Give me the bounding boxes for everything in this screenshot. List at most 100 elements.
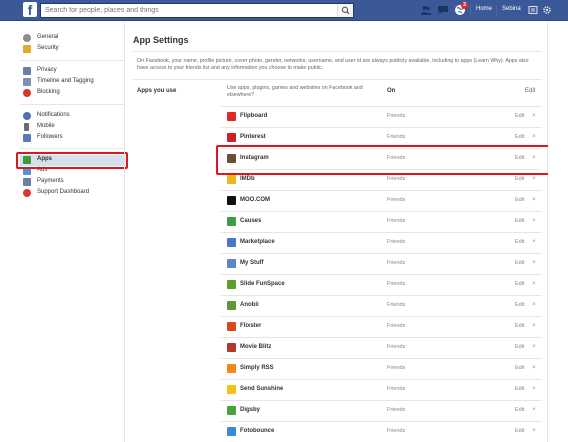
search-box <box>40 3 354 18</box>
fotobounce-icon <box>227 427 236 436</box>
remove-app-icon[interactable]: × <box>532 196 536 203</box>
remove-app-icon[interactable]: × <box>532 112 536 119</box>
sidebar-item-label: Payments <box>37 178 64 184</box>
app-edit-link[interactable]: Edit <box>515 323 524 329</box>
app-row: Fotobounce Friends Edit × <box>221 421 541 442</box>
mystuff-icon <box>227 259 236 268</box>
app-name[interactable]: Anobii <box>240 302 259 308</box>
remove-app-icon[interactable]: × <box>532 280 536 287</box>
right-gutter <box>548 21 568 442</box>
app-name[interactable]: Simply RSS <box>240 365 274 371</box>
causes-icon <box>227 217 236 226</box>
app-edit-link[interactable]: Edit <box>515 344 524 350</box>
app-visibility: Friends <box>387 281 406 287</box>
app-edit-link[interactable]: Edit <box>515 239 524 245</box>
remove-app-icon[interactable]: × <box>532 301 536 308</box>
anobii-icon <box>227 301 236 310</box>
app-visibility: Friends <box>387 239 406 245</box>
app-edit-link[interactable]: Edit <box>515 386 524 392</box>
app-visibility: Friends <box>387 428 406 434</box>
app-edit-link[interactable]: Edit <box>515 302 524 308</box>
sidebar-item-payments[interactable]: Payments <box>23 177 124 188</box>
sidebar-item-label: Security <box>37 45 59 51</box>
app-visibility: Friends <box>387 344 406 350</box>
app-name[interactable]: Movie Blitz <box>240 344 271 350</box>
app-row: Digsby Friends Edit × <box>221 400 541 421</box>
app-edit-link[interactable]: Edit <box>515 407 524 413</box>
search-button[interactable] <box>337 4 353 17</box>
app-visibility: Friends <box>387 365 406 371</box>
app-visibility: Friends <box>387 260 406 266</box>
sidebar-divider <box>20 60 124 61</box>
mobile-icon <box>24 123 29 131</box>
app-edit-link[interactable]: Edit <box>515 260 524 266</box>
app-name[interactable]: Pinterest <box>240 134 266 140</box>
marketplace-icon <box>227 238 236 247</box>
app-edit-link[interactable]: Edit <box>515 113 524 119</box>
app-name[interactable]: IMDb <box>240 176 255 182</box>
search-input[interactable] <box>41 4 331 17</box>
app-row: My Stuff Friends Edit × <box>221 253 541 274</box>
remove-app-icon[interactable]: × <box>532 364 536 371</box>
app-name[interactable]: MOO.COM <box>240 197 270 203</box>
app-edit-link[interactable]: Edit <box>515 176 524 182</box>
app-name[interactable]: Flixster <box>240 323 261 329</box>
remove-app-icon[interactable]: × <box>532 259 536 266</box>
apps-header-description: Use apps, plugins, games and websites on… <box>227 85 363 98</box>
facebook-logo[interactable]: f <box>23 2 37 18</box>
pinterest-icon <box>227 133 236 142</box>
sidebar-item-support-dashboard[interactable]: Support Dashboard <box>23 188 124 199</box>
digsby-icon <box>227 406 236 415</box>
app-edit-link[interactable]: Edit <box>515 428 524 434</box>
messages-icon[interactable] <box>437 4 449 16</box>
remove-app-icon[interactable]: × <box>532 133 536 140</box>
sidebar-item-label: Blocking <box>37 89 60 95</box>
remove-app-icon[interactable]: × <box>532 175 536 182</box>
intro-text: On Facebook, your name, profile picture,… <box>137 58 529 71</box>
remove-app-icon[interactable]: × <box>532 217 536 224</box>
followers-icon <box>23 134 31 142</box>
app-edit-link[interactable]: Edit <box>515 134 524 140</box>
remove-app-icon[interactable]: × <box>532 406 536 413</box>
app-name[interactable]: Causes <box>240 218 261 224</box>
app-edit-link[interactable]: Edit <box>515 218 524 224</box>
apps-header-edit-button[interactable]: Edit <box>525 88 535 94</box>
profile-link[interactable]: Sebina <box>502 6 521 12</box>
remove-app-icon[interactable]: × <box>532 322 536 329</box>
blocking-icon <box>23 89 31 97</box>
sidebar-item-label: Mobile <box>37 123 55 129</box>
sidebar-item-label: Notifications <box>37 112 70 118</box>
lock-icon <box>23 67 31 75</box>
remove-app-icon[interactable]: × <box>532 385 536 392</box>
activity-log-icon[interactable] <box>528 5 538 15</box>
home-link[interactable]: Home <box>476 6 492 12</box>
app-name[interactable]: My Stuff <box>240 260 264 266</box>
app-row: Anobii Friends Edit × <box>221 295 541 316</box>
app-row: Movie Blitz Friends Edit × <box>221 337 541 358</box>
settings-gear-icon[interactable] <box>542 5 552 15</box>
timeline-icon <box>23 78 31 86</box>
app-row: Simply RSS Friends Edit × <box>221 358 541 379</box>
app-visibility: Friends <box>387 218 406 224</box>
app-name[interactable]: Digsby <box>240 407 260 413</box>
notification-badge: 3 <box>461 2 468 9</box>
app-edit-link[interactable]: Edit <box>515 197 524 203</box>
app-edit-link[interactable]: Edit <box>515 281 524 287</box>
remove-app-icon[interactable]: × <box>532 343 536 350</box>
app-name[interactable]: Send Sunshine <box>240 386 283 392</box>
app-name[interactable]: Flipboard <box>240 113 267 119</box>
friend-requests-icon[interactable] <box>420 4 432 16</box>
app-visibility: Friends <box>387 197 406 203</box>
nav-divider <box>470 5 471 16</box>
app-name[interactable]: Slide FunSpace <box>240 281 285 287</box>
app-name[interactable]: Fotobounce <box>240 428 274 434</box>
app-row: MOO.COM Friends Edit × <box>221 190 541 211</box>
app-edit-link[interactable]: Edit <box>515 365 524 371</box>
app-visibility: Friends <box>387 407 406 413</box>
remove-app-icon[interactable]: × <box>532 427 536 434</box>
flixster-icon <box>227 322 236 331</box>
sunshine-icon <box>227 385 236 394</box>
remove-app-icon[interactable]: × <box>532 238 536 245</box>
app-name[interactable]: Marketplace <box>240 239 275 245</box>
nav-divider <box>496 5 497 16</box>
